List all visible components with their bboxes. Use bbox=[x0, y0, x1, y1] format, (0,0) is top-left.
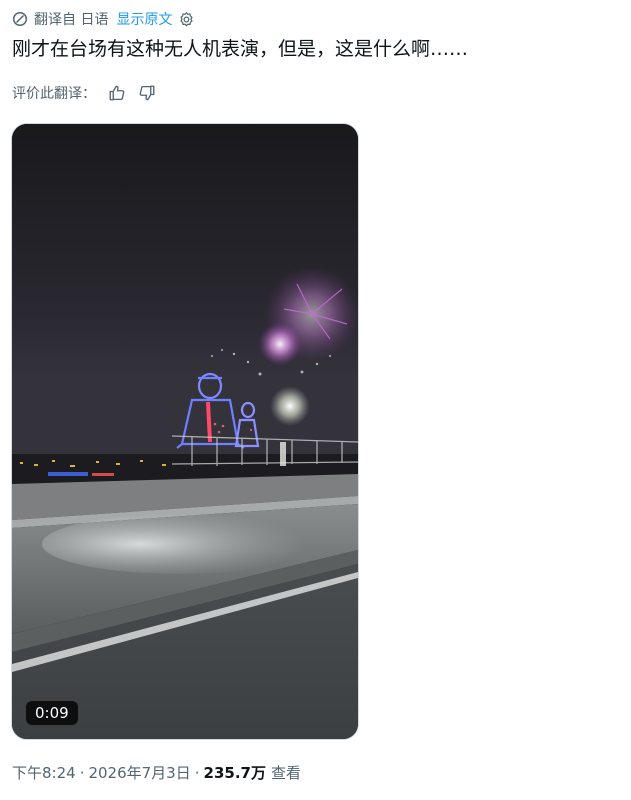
video-frame bbox=[12, 124, 358, 739]
post-date[interactable]: 2026年7月3日 bbox=[88, 762, 190, 783]
translate-icon bbox=[12, 11, 28, 27]
video-player[interactable]: 0:09 bbox=[11, 123, 359, 740]
thumbs-down-icon[interactable] bbox=[138, 84, 156, 102]
rate-translation: 评价此翻译： bbox=[12, 82, 156, 104]
views-label: 查看 bbox=[270, 764, 301, 782]
thumbs-up-icon[interactable] bbox=[108, 84, 126, 102]
gear-icon[interactable] bbox=[178, 11, 195, 28]
views-count: 235.7万 bbox=[203, 764, 266, 782]
post-text: 刚才在台场有这种无人机表演，但是，这是什么啊…… bbox=[12, 38, 469, 60]
translation-header: 翻译自 日语 显示原文 bbox=[12, 8, 195, 30]
translated-from-label: 翻译自 日语 bbox=[34, 12, 109, 28]
meta-separator: · bbox=[194, 763, 200, 782]
rate-translation-label: 评价此翻译： bbox=[12, 86, 96, 102]
show-original-link[interactable]: 显示原文 bbox=[116, 9, 172, 29]
meta-separator: · bbox=[79, 763, 85, 782]
post-meta: 下午8:24 · 2026年7月3日 · 235.7万 查看 bbox=[12, 762, 301, 783]
video-duration-badge: 0:09 bbox=[26, 701, 78, 725]
post-time[interactable]: 下午8:24 bbox=[12, 762, 76, 783]
